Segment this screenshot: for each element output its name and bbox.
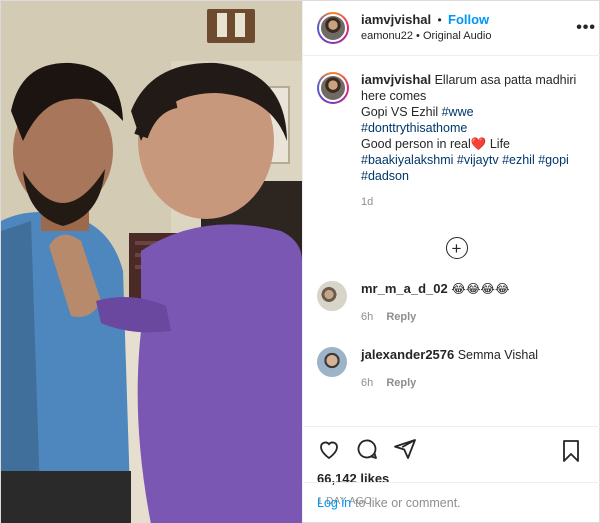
- post-side-panel: iamvjvishal • Follow eamonu22 • Original…: [302, 1, 600, 522]
- caption-text: iamvjvishal Ellarum asa patta madhiri he…: [361, 72, 596, 210]
- separator-dot: •: [437, 13, 442, 27]
- follow-button[interactable]: Follow: [448, 12, 489, 27]
- caption-line-3b: Life: [489, 137, 511, 151]
- hashtag-baakiyalakshmi[interactable]: #baakiyalakshmi: [361, 153, 453, 167]
- hashtag-vijaytv[interactable]: #vijaytv: [457, 153, 499, 167]
- caption-username[interactable]: iamvjvishal: [361, 72, 431, 87]
- reply-button[interactable]: Reply: [386, 311, 416, 323]
- caption-line-2: Gopi VS Ezhil: [361, 105, 439, 119]
- comment-body: mr_m_a_d_02 😂😂😂😂 6h Reply: [361, 281, 510, 325]
- comment-age: 6h: [361, 377, 374, 389]
- comment-bubble-icon[interactable]: [355, 437, 379, 464]
- post-header: iamvjvishal • Follow eamonu22 • Original…: [303, 1, 600, 56]
- video-frame: [1, 1, 302, 523]
- audio-label[interactable]: eamonu22 • Original Audio: [361, 28, 491, 44]
- more-options-icon[interactable]: •••: [576, 19, 596, 37]
- hashtag-gopi[interactable]: #gopi: [538, 153, 569, 167]
- action-icons: [317, 437, 596, 463]
- load-more-comments-button[interactable]: +: [445, 237, 468, 259]
- hashtag-wwe[interactable]: #wwe: [442, 105, 474, 119]
- caption-line-3: Good person in real: [361, 137, 471, 151]
- comment-age: 6h: [361, 311, 374, 323]
- post-video[interactable]: [1, 1, 302, 523]
- reply-button[interactable]: Reply: [386, 377, 416, 389]
- caption-age: 1d: [361, 196, 374, 208]
- commenter-username[interactable]: jalexander2576: [361, 347, 454, 362]
- author-meta: iamvjvishal • Follow eamonu22 • Original…: [361, 12, 491, 44]
- heart-outline-icon[interactable]: [317, 437, 341, 464]
- hashtag-donttrythisathome[interactable]: #donttrythisathome: [361, 121, 467, 135]
- commenter-username[interactable]: mr_m_a_d_02: [361, 281, 448, 296]
- comment-text: 😂😂😂😂: [451, 282, 510, 296]
- caption-avatar[interactable]: [317, 72, 349, 104]
- commenter-avatar[interactable]: [317, 347, 347, 377]
- hashtag-ezhil[interactable]: #ezhil: [502, 153, 535, 167]
- hashtag-dadson[interactable]: #dadson: [361, 169, 409, 183]
- author-avatar[interactable]: [317, 12, 349, 44]
- comment-body: jalexander2576 Semma Vishal 6h Reply: [361, 347, 538, 391]
- comment-text: Semma Vishal: [457, 348, 539, 362]
- paper-plane-icon[interactable]: [393, 437, 417, 464]
- comments-section[interactable]: iamvjvishal Ellarum asa patta madhiri he…: [303, 56, 600, 426]
- login-text: to like or comment.: [355, 495, 461, 510]
- author-username[interactable]: iamvjvishal: [361, 12, 431, 27]
- post-modal: iamvjvishal • Follow eamonu22 • Original…: [0, 0, 600, 523]
- bookmark-icon[interactable]: [560, 439, 582, 466]
- login-link[interactable]: Log in: [317, 496, 351, 510]
- commenter-avatar[interactable]: [317, 281, 347, 311]
- comment-item: mr_m_a_d_02 😂😂😂😂 6h Reply: [317, 281, 596, 325]
- caption: iamvjvishal Ellarum asa patta madhiri he…: [317, 72, 596, 210]
- login-prompt: Log in to like or comment.: [303, 482, 600, 522]
- comment-item: jalexander2576 Semma Vishal 6h Reply: [317, 347, 596, 391]
- heart-emoji: ❤️: [470, 137, 487, 151]
